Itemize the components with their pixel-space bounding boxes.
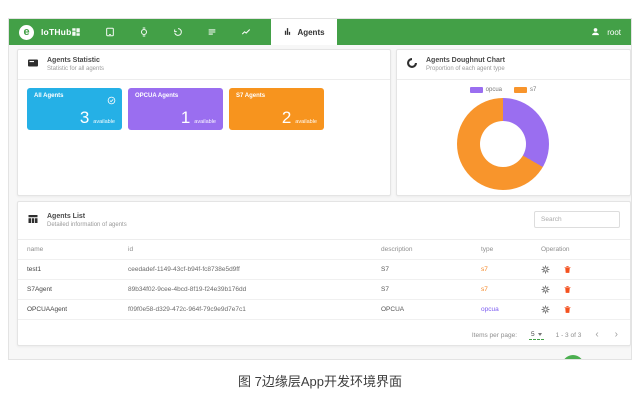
chart-legend: opcua s7 [397,87,609,93]
table-row[interactable]: test1 ceedadef-1149-43cf-b94f-fc8738e5d9… [18,260,630,280]
agents-table: name id description type Operation test1… [18,240,630,320]
agents-doughnut-header: Agents Doughnut Chart Proportion of each… [397,50,630,80]
items-per-page-select[interactable]: 5 [529,331,544,340]
agents-doughnut-panel: Agents Doughnut Chart Proportion of each… [396,49,631,196]
legend-swatch [514,87,527,93]
stat-card-unit: available [194,119,216,125]
prev-page-button[interactable]: ‹ [593,330,600,340]
app-window: e IoTHub Agents root Agents Statistic St… [8,18,632,360]
equalizer-icon [283,27,292,38]
delete-icon[interactable] [563,285,572,294]
col-id: id [128,246,381,253]
col-type: type [481,246,541,253]
tab-agents-label: Agents [297,28,324,37]
stat-card-all-agents: All Agents 3 available [27,88,122,130]
legend-label: s7 [530,87,536,93]
agent-type: s7 [481,286,541,293]
agent-type: s7 [481,266,541,273]
items-per-page-label: Items per page: [472,332,517,339]
stat-card-value: 3 [80,109,89,126]
panel-title: Agents List [47,212,127,222]
panel-subtitle: Statistic for all agents [47,66,104,74]
settings-icon[interactable] [541,305,550,314]
agent-name: OPCUAAgent [27,306,128,313]
delete-icon[interactable] [563,305,572,314]
stat-card-value: 1 [181,109,190,126]
stat-card-value: 2 [282,109,291,126]
legend-swatch [470,87,483,93]
brand-logo-icon[interactable]: e [19,25,34,40]
agents-list-panel: Agents List Detailed information of agen… [17,201,631,346]
doughnut-chart [457,98,549,190]
agent-id: f09f0e58-d329-472c-964f-79c9e9d7e7c1 [128,306,381,313]
page-range-label: 1 - 3 of 3 [556,332,582,339]
user-name: root [607,28,621,37]
account-icon [590,26,601,39]
table-row[interactable]: OPCUAAgent f09f0e58-d329-472c-964f-79c9e… [18,300,630,320]
panel-title: Agents Statistic [47,56,104,66]
delete-icon[interactable] [563,265,572,274]
history-icon[interactable] [173,27,183,37]
user-menu[interactable]: root [590,19,621,45]
stat-cards: All Agents 3 available OPCUA Agents 1 avai… [27,88,324,130]
stat-card-s7-agents: S7 Agents 2 available [229,88,324,130]
settings-icon[interactable] [541,285,550,294]
stat-card-unit: available [93,119,115,125]
agent-type: opcua [481,306,541,313]
table-icon [27,212,39,230]
agent-description: S7 [381,266,481,273]
next-page-button[interactable]: › [613,330,620,340]
agent-id: ceedadef-1149-43cf-b94f-fc8738e5d9ff [128,266,381,273]
dashboard-icon[interactable] [71,27,81,37]
search-input[interactable] [534,211,620,228]
navbar-menu [71,19,251,45]
stat-card-label: All Agents [34,93,115,99]
check-circle-icon [107,92,116,110]
tablet-icon[interactable] [105,27,115,37]
col-description: description [381,246,481,253]
settings-icon[interactable] [541,265,550,274]
pagination: Items per page: 5 1 - 3 of 3 ‹ › [472,330,620,340]
col-name: name [27,246,128,253]
agent-description: OPCUA [381,306,481,313]
fab-button[interactable] [562,355,584,360]
agents-statistic-header: Agents Statistic Statistic for all agent… [18,50,390,80]
agent-description: S7 [381,286,481,293]
trend-icon[interactable] [241,27,251,37]
agent-name: test1 [27,266,128,273]
stat-card-unit: available [295,119,317,125]
legend-item-opcua: opcua [470,87,502,93]
stat-card-label: OPCUA Agents [135,93,216,99]
doughnut-icon [406,56,418,74]
table-header-row: name id description type Operation [18,240,630,260]
chevron-down-icon [538,333,542,336]
panel-subtitle: Detailed information of agents [47,222,127,230]
tab-agents[interactable]: Agents [271,19,337,45]
agent-id: 89b34f02-9cee-4bcd-8f19-f24e39b176dd [128,286,381,293]
brand-title: IoTHub [41,27,71,37]
legend-item-s7: s7 [514,87,536,93]
legend-label: opcua [486,87,502,93]
top-navbar: e IoTHub Agents root [9,19,631,45]
list-icon[interactable] [207,27,217,37]
figure-caption: 图 7边缘层App开发环境界面 [0,371,640,390]
panel-subtitle: Proportion of each agent type [426,66,505,74]
panel-title: Agents Doughnut Chart [426,56,505,66]
table-row[interactable]: S7Agent 89b34f02-9cee-4bcd-8f19-f24e39b1… [18,280,630,300]
card-reader-icon [27,56,39,74]
agents-statistic-panel: Agents Statistic Statistic for all agent… [17,49,391,196]
watch-icon[interactable] [139,27,149,37]
stat-card-opcua-agents: OPCUA Agents 1 available [128,88,223,130]
agent-name: S7Agent [27,286,128,293]
stat-card-label: S7 Agents [236,93,317,99]
col-operation: Operation [541,246,630,253]
